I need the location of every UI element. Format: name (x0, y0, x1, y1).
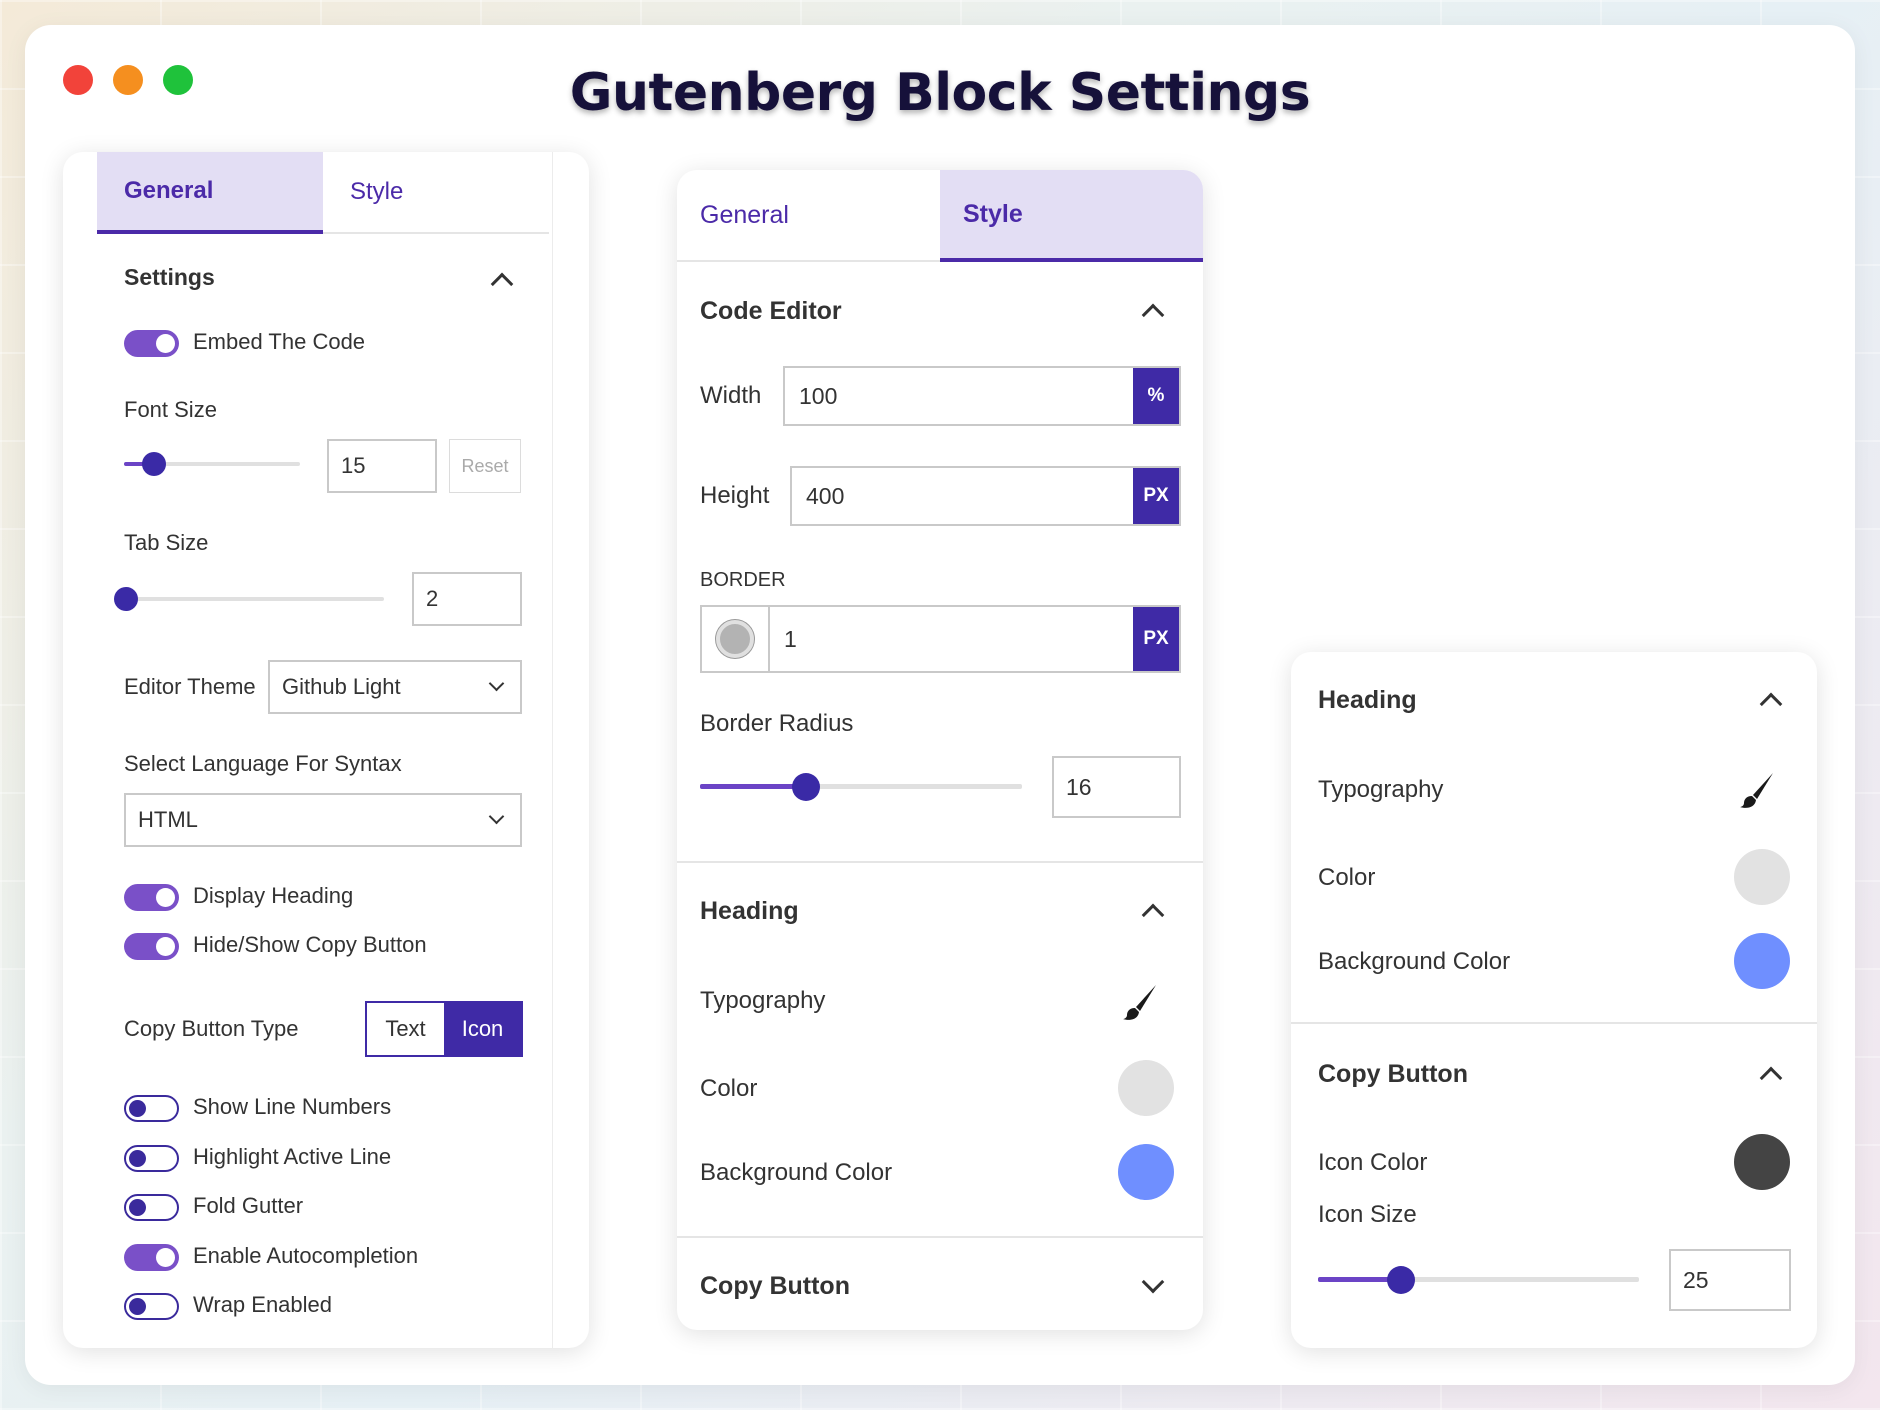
border-radius-slider[interactable] (700, 772, 1022, 801)
border-width-input[interactable]: 1 (770, 607, 1133, 671)
slider-thumb[interactable] (1387, 1265, 1415, 1294)
icon-size-slider[interactable] (1318, 1265, 1639, 1294)
font-size-slider[interactable] (124, 452, 300, 476)
background-color-label: Background Color (700, 1159, 893, 1186)
general-settings-panel: General Style Settings Embed The Code Fo… (63, 152, 589, 1348)
icon-size-input[interactable]: 25 (1669, 1249, 1791, 1311)
color-swatch-icon (716, 620, 754, 658)
chevron-down-icon[interactable] (1141, 1270, 1165, 1294)
line-numbers-toggle[interactable] (124, 1095, 179, 1122)
slider-thumb[interactable] (114, 587, 138, 611)
copy-button-type-label: Copy Button Type (124, 1016, 299, 1041)
hide-copy-toggle[interactable] (124, 933, 179, 960)
wrap-label: Wrap Enabled (193, 1292, 333, 1317)
background-color-swatch[interactable] (1118, 1144, 1174, 1200)
chevron-up-icon[interactable] (1141, 903, 1165, 927)
tab-size-input[interactable]: 2 (412, 572, 522, 626)
color-swatch[interactable] (1118, 1060, 1174, 1116)
border-label: BORDER (700, 569, 786, 591)
chevron-down-icon (488, 808, 505, 825)
typography-label: Typography (700, 987, 826, 1014)
icon-color-label: Icon Color (1318, 1149, 1428, 1176)
width-input-group: 100 % (783, 366, 1181, 426)
slider-thumb[interactable] (792, 772, 820, 801)
editor-theme-select[interactable]: Github Light (268, 660, 522, 714)
font-size-label: Font Size (124, 397, 217, 422)
copy-button-section-title[interactable]: Copy Button (700, 1272, 850, 1301)
font-size-input[interactable]: 15 (327, 439, 437, 493)
page-title: Gutenberg Block Settings (569, 63, 1311, 123)
panel-tabs: General Style (677, 170, 1203, 262)
background-color-label: Background Color (1318, 948, 1511, 975)
heading-section-title[interactable]: Heading (1318, 686, 1417, 715)
editor-theme-label: Editor Theme (124, 674, 256, 699)
embed-code-label: Embed The Code (193, 329, 366, 354)
chevron-up-icon[interactable] (1759, 1066, 1783, 1090)
icon-size-label: Icon Size (1318, 1201, 1417, 1228)
scrollbar[interactable] (552, 152, 553, 1348)
tab-general[interactable]: General (677, 170, 940, 260)
copy-type-icon-option[interactable]: Icon (444, 1003, 521, 1055)
height-input[interactable]: 400 (792, 468, 1133, 524)
tab-style[interactable]: Style (323, 152, 549, 232)
display-heading-toggle[interactable] (124, 884, 179, 911)
width-input[interactable]: 100 (785, 368, 1133, 424)
typography-label: Typography (1318, 776, 1444, 803)
settings-section-title[interactable]: Settings (124, 264, 215, 291)
editor-theme-value: Github Light (282, 674, 401, 699)
language-label: Select Language For Syntax (124, 751, 402, 776)
height-label: Height (700, 482, 770, 509)
brush-icon[interactable] (1120, 982, 1160, 1022)
copy-button-section-title[interactable]: Copy Button (1318, 1060, 1468, 1089)
height-unit-button[interactable]: PX (1133, 468, 1179, 524)
heading-section-title[interactable]: Heading (700, 897, 799, 926)
tab-size-slider[interactable] (114, 587, 384, 611)
reset-button[interactable]: Reset (449, 439, 521, 493)
height-input-group: 400 PX (790, 466, 1181, 526)
border-input-group: 1 PX (700, 605, 1181, 673)
heading-copy-button-panel: Heading Typography Color Background Colo… (1291, 652, 1817, 1348)
border-radius-label: Border Radius (700, 710, 854, 737)
highlight-line-toggle[interactable] (124, 1145, 179, 1172)
icon-color-swatch[interactable] (1734, 1134, 1790, 1190)
language-value: HTML (138, 807, 198, 832)
copy-button-type-toggle: Text Icon (365, 1001, 523, 1057)
copy-type-text-option[interactable]: Text (367, 1003, 444, 1055)
display-heading-label: Display Heading (193, 883, 354, 908)
section-divider (677, 1236, 1203, 1238)
code-editor-section-title[interactable]: Code Editor (700, 297, 842, 326)
color-label: Color (1318, 864, 1376, 891)
background-color-swatch[interactable] (1734, 933, 1790, 989)
wrap-toggle[interactable] (124, 1293, 179, 1320)
tab-size-label: Tab Size (124, 530, 209, 555)
language-select[interactable]: HTML (124, 793, 522, 847)
border-radius-input[interactable]: 16 (1052, 756, 1181, 818)
brush-icon[interactable] (1737, 770, 1777, 810)
chevron-up-icon[interactable] (490, 272, 514, 296)
tab-style[interactable]: Style (940, 170, 1203, 262)
embed-code-toggle[interactable] (124, 330, 179, 357)
border-color-button[interactable] (702, 607, 770, 671)
color-swatch[interactable] (1734, 849, 1790, 905)
chevron-up-icon[interactable] (1759, 692, 1783, 716)
line-numbers-label: Show Line Numbers (193, 1094, 392, 1119)
section-divider (1291, 1022, 1817, 1024)
hide-copy-label: Hide/Show Copy Button (193, 932, 427, 957)
chevron-up-icon[interactable] (1141, 303, 1165, 327)
width-unit-button[interactable]: % (1133, 368, 1179, 424)
slider-thumb[interactable] (142, 452, 166, 476)
fold-gutter-label: Fold Gutter (193, 1193, 304, 1218)
style-settings-panel: General Style Code Editor Width 100 % He… (677, 170, 1203, 1330)
chevron-down-icon (488, 675, 505, 692)
tab-general[interactable]: General (97, 152, 323, 234)
autocompletion-label: Enable Autocompletion (193, 1243, 419, 1268)
border-unit-button[interactable]: PX (1133, 607, 1179, 671)
highlight-line-label: Highlight Active Line (193, 1144, 392, 1169)
autocompletion-toggle[interactable] (124, 1244, 179, 1271)
panel-tabs: General Style (97, 152, 549, 234)
width-label: Width (700, 382, 762, 409)
section-divider (677, 861, 1203, 863)
fold-gutter-toggle[interactable] (124, 1194, 179, 1221)
color-label: Color (700, 1075, 758, 1102)
